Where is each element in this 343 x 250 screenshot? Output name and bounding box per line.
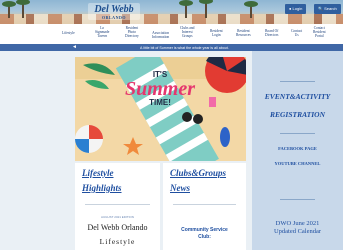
lifestyle-title-line1: Lifestyle	[82, 168, 114, 178]
nav-item-resident-login[interactable]: Resident Login	[210, 29, 223, 37]
registration-link[interactable]: REGISTRATION	[252, 110, 343, 120]
header-rooftops	[0, 14, 343, 24]
clubs-title-line1: Clubs&Groups	[170, 168, 227, 178]
sidebar-divider	[280, 133, 315, 134]
summer-hero-image[interactable]: IT'S Summer TIME!	[75, 46, 249, 181]
facebook-page-link[interactable]: FACEBOOK PAGE	[252, 146, 343, 152]
header-banner: Del Webb ORLANDO ● Login 🔍 Search	[0, 0, 343, 24]
palm-tree-icon	[16, 0, 30, 18]
lifestyle-title[interactable]: Lifestyle Highlights	[82, 166, 122, 196]
palm-tree-icon	[199, 0, 213, 18]
lifestyle-sub: Lifestyle	[99, 237, 136, 246]
hero-summer: Summer	[124, 78, 196, 100]
dwo-calendar-line1[interactable]: DWO June 2021	[252, 220, 343, 228]
divider	[85, 204, 150, 205]
lifestyle-title-line2: Highlights	[82, 183, 122, 193]
logo-subtext: ORLANDO	[102, 15, 126, 20]
login-button[interactable]: ● Login	[285, 4, 307, 14]
logo-text: Del Webb	[94, 4, 134, 15]
palm-tree-icon	[179, 0, 193, 18]
lifestyle-highlights-card[interactable]: Lifestyle Highlights AUGUST 2021 EDITION…	[75, 163, 160, 250]
nav-item-clubs[interactable]: Clubs and Interest Groups	[180, 26, 194, 38]
sidebar-divider	[280, 199, 315, 200]
nav-item-contact[interactable]: Contact Us	[291, 29, 302, 37]
sidebar: EVENT&ACTIVITY REGISTRATION FACEBOOK PAG…	[252, 51, 343, 250]
nav-item-board[interactable]: Board Of Directors	[265, 29, 278, 37]
clubs-title-line2: News	[170, 183, 190, 193]
clubs-groups-news-card[interactable]: Clubs&Groups News Community Service Club…	[163, 163, 246, 250]
hero-headline: IT'S Summer TIME!	[105, 71, 215, 107]
lifestyle-edition: AUGUST 2021 EDITION	[101, 215, 134, 219]
nav-item-association[interactable]: Association Information	[152, 31, 169, 39]
main-nav: Lifestyle Lo Signmade Tavern Resident Ph…	[0, 24, 343, 44]
youtube-channel-link[interactable]: YOUTUBE CHANNEL	[252, 161, 343, 167]
announcement-text: A little bit of Summer is what the whole…	[140, 45, 229, 50]
search-button[interactable]: 🔍 Search	[314, 4, 341, 14]
dwo-calendar-line2[interactable]: Updated Calendar	[252, 228, 343, 236]
nav-item-tavern[interactable]: Lo Signmade Tavern	[95, 26, 109, 38]
nav-item-lifestyle[interactable]: Lifestyle	[62, 31, 75, 35]
nav-item-photo-directory[interactable]: Resident Photo Directory	[125, 26, 139, 38]
nav-item-resident-resources[interactable]: Resident Resources	[236, 29, 251, 37]
announcement-bar: ◄ A little bit of Summer is what the who…	[0, 44, 343, 51]
clubs-item-line1: Community Service	[181, 227, 228, 233]
sidebar-divider	[280, 81, 315, 82]
palm-tree-icon	[244, 1, 258, 18]
clubs-title[interactable]: Clubs&Groups News	[170, 166, 226, 196]
megaphone-icon: ◄	[72, 44, 77, 50]
lifestyle-name: Del Webb Orlando	[87, 223, 148, 232]
palm-tree-icon	[2, 1, 16, 18]
clubs-item-line2: Club:	[198, 234, 211, 240]
event-activity-link[interactable]: EVENT&ACTIVITY	[252, 92, 343, 102]
nav-item-resident-portal[interactable]: Contact Resident Portal	[313, 26, 326, 38]
hero-time: TIME!	[149, 98, 171, 107]
divider	[173, 204, 236, 205]
site-logo[interactable]: Del Webb ORLANDO	[88, 3, 140, 20]
